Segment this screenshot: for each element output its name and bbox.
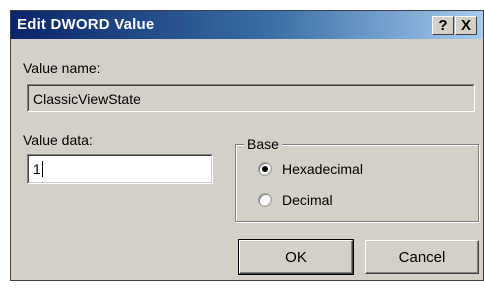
value-name-field: ClassicViewState <box>27 84 475 112</box>
radio-decimal-label: Decimal <box>282 192 333 208</box>
close-button[interactable]: X <box>455 16 477 35</box>
help-icon: ? <box>438 17 448 34</box>
value-name-text: ClassicViewState <box>33 91 141 107</box>
value-data-text: 1 <box>33 161 41 177</box>
window-title: Edit DWORD Value <box>17 16 155 33</box>
radio-hexadecimal[interactable]: Hexadecimal <box>258 161 363 177</box>
ok-button[interactable]: OK <box>238 239 354 275</box>
radio-hexadecimal-label: Hexadecimal <box>282 161 363 177</box>
title-bar[interactable]: Edit DWORD Value ? X <box>11 11 483 39</box>
value-data-input[interactable]: 1 <box>27 154 213 184</box>
help-button[interactable]: ? <box>432 16 454 35</box>
base-groupbox: Base Hexadecimal Decimal <box>235 136 479 222</box>
base-legend: Base <box>244 136 282 152</box>
radio-selected-icon[interactable] <box>258 162 272 176</box>
close-icon: X <box>460 17 471 34</box>
text-caret <box>41 161 43 177</box>
edit-dword-dialog: Edit DWORD Value ? X Value name: Classic… <box>10 10 484 281</box>
value-data-label: Value data: <box>23 132 93 148</box>
cancel-button[interactable]: Cancel <box>365 240 479 274</box>
radio-decimal[interactable]: Decimal <box>258 192 333 208</box>
radio-unselected-icon[interactable] <box>258 193 272 207</box>
value-name-label: Value name: <box>23 60 101 76</box>
